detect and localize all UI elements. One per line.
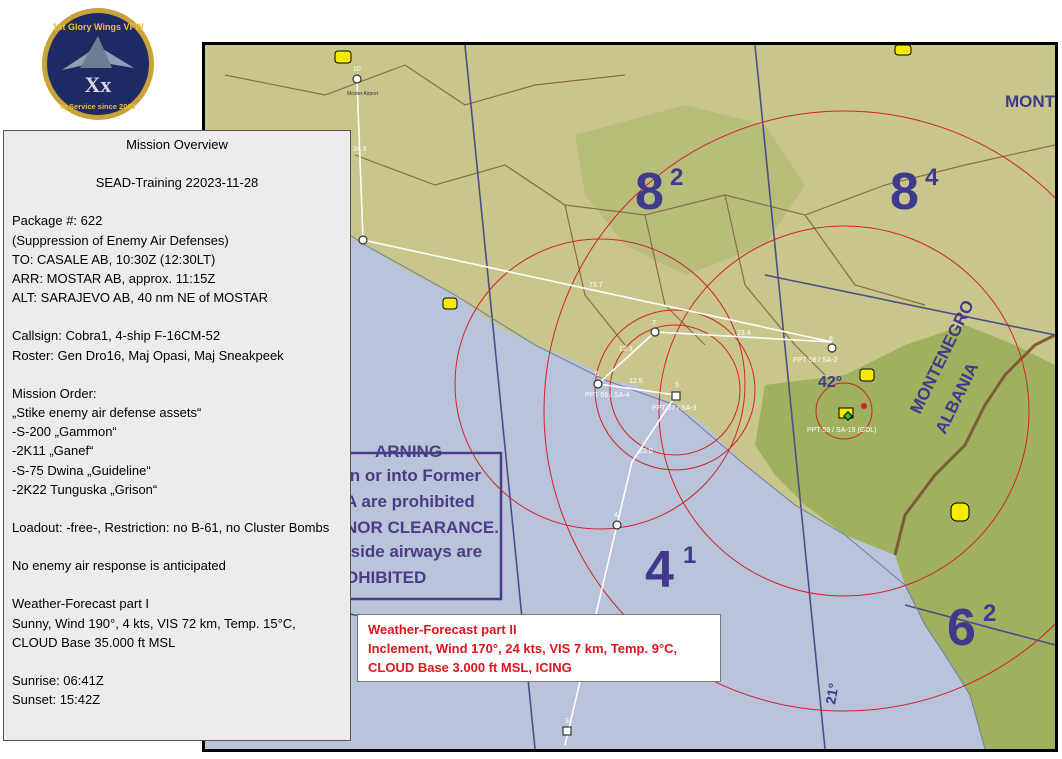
grid-label-82-sup: 2 bbox=[670, 164, 683, 191]
overview-subtitle: SEAD-Training 22023-11-28 bbox=[95, 175, 259, 191]
waypoint-8[interactable] bbox=[827, 343, 837, 353]
logo-top-text: 1st Glory Wings VFW bbox=[53, 22, 144, 32]
grid-label-84-sup: 4 bbox=[925, 164, 939, 191]
latitude-label: 42° bbox=[818, 374, 842, 391]
waypoint-label-3: 3 bbox=[565, 718, 569, 725]
grid-label-41-sup: 1 bbox=[683, 542, 696, 569]
leg-distance-1: 24.9 bbox=[353, 146, 367, 153]
waypoint-note-8: PPT 58 / SA-2 bbox=[793, 357, 838, 364]
order-item: -S-75 Dwina „Guideline“ bbox=[12, 462, 151, 478]
grid-label-84: 8 bbox=[890, 163, 919, 221]
leg-distance-3: 23.4 bbox=[737, 330, 751, 337]
waypoint-label-6: 6 bbox=[595, 371, 599, 378]
waypoint-label-10: 10 bbox=[353, 66, 361, 73]
sunrise: Sunrise: 06:41Z bbox=[12, 673, 104, 689]
order-item: -2K11 „Ganef“ bbox=[12, 443, 94, 459]
warning-line-4: NOR CLEARANCE. bbox=[345, 518, 499, 537]
waypoint-7[interactable] bbox=[650, 327, 660, 337]
waypoint-10[interactable] bbox=[352, 74, 362, 84]
grid-label-41: 4 bbox=[645, 541, 674, 599]
waypoint-4[interactable] bbox=[612, 520, 622, 530]
mission-overview-panel: Mission Overview SEAD-Training 22023-11-… bbox=[3, 130, 351, 741]
order-title: Mission Order: bbox=[12, 385, 97, 401]
order-item: „Stike enemy air defense assets“ bbox=[12, 405, 202, 421]
weather2-title: Weather-Forecast part II bbox=[368, 622, 517, 637]
sunset: Sunset: 15:42Z bbox=[12, 692, 101, 708]
weather2-line1: Inclement, Wind 170°, 24 kts, VIS 7 km, … bbox=[368, 641, 678, 656]
leg-distance-6: 22.0 bbox=[639, 448, 653, 455]
warning-line-3: A are prohibited bbox=[345, 492, 475, 511]
order-item: -2K22 Tunguska „Grison“ bbox=[12, 481, 158, 497]
waypoint-note-9: PPT 59 / SA-19 (GDL) bbox=[807, 427, 877, 434]
package-number: Package #: 622 bbox=[12, 213, 103, 229]
weather1-text: Sunny, Wind 190°, 4 kts, VIS 72 km, Temp… bbox=[12, 615, 296, 650]
overview-title: Mission Overview bbox=[126, 137, 228, 152]
waypoint-5[interactable] bbox=[671, 391, 681, 401]
takeoff-info: TO: CASALE AB, 10:30Z (12:30LT) bbox=[12, 251, 216, 267]
country-label-monte: MONTE bbox=[1005, 92, 1055, 111]
grid-label-82: 8 bbox=[635, 163, 664, 221]
logo-bottom-text: In Service since 2003 bbox=[60, 102, 135, 111]
warning-line-1: ARNING bbox=[375, 442, 442, 461]
waypoint-note-5: PPT 57 / SA-3 bbox=[652, 405, 697, 412]
airport-label: Moster Airport bbox=[347, 91, 379, 97]
package-description: (Suppression of Enemy Air Defenses) bbox=[12, 232, 229, 248]
waypoint-label-7: 7 bbox=[652, 320, 656, 327]
waypoint-3[interactable] bbox=[562, 726, 572, 736]
warning-line-6: OHIBITED bbox=[345, 568, 426, 587]
warning-line-5: tside airways are bbox=[345, 542, 482, 561]
waypoint-label-5: 5 bbox=[675, 382, 679, 389]
waypoint-label-8: 8 bbox=[829, 336, 833, 343]
leg-distance-4: 12.3 bbox=[619, 346, 633, 353]
waypoint-label-4: 4 bbox=[614, 512, 618, 519]
grid-label-62-sup: 2 bbox=[983, 600, 996, 627]
arrival-info: ARR: MOSTAR AB, approx. 11:15Z bbox=[12, 271, 216, 287]
waypoint-9[interactable] bbox=[358, 235, 368, 245]
leg-distance-5: 12.5 bbox=[629, 378, 643, 385]
waypoint-note-6: PPT 56 / SA-4 bbox=[585, 392, 630, 399]
warning-line-2: in or into Former bbox=[345, 466, 481, 485]
leg-distance-2: 73.7 bbox=[589, 282, 603, 289]
grid-label-62: 6 bbox=[947, 599, 976, 657]
air-response: No enemy air response is anticipated bbox=[12, 558, 226, 574]
squadron-logo: Xx 1st Glory Wings VFW In Service since … bbox=[42, 8, 154, 120]
waypoint-6[interactable] bbox=[593, 379, 603, 389]
roster: Roster: Gen Dro16, Maj Opasi, Maj Sneakp… bbox=[12, 347, 284, 363]
logo-center-text: Xx bbox=[85, 72, 112, 97]
loadout: Loadout: -free-, Restriction: no B-61, n… bbox=[12, 520, 330, 536]
weather-forecast-part-2: Weather-Forecast part II Inclement, Wind… bbox=[357, 614, 721, 682]
weather1-title: Weather-Forecast part I bbox=[12, 596, 150, 612]
alternate-info: ALT: SARAJEVO AB, 40 nm NE of MOSTAR bbox=[12, 290, 268, 306]
weather2-line2: CLOUD Base 3.000 ft MSL, ICING bbox=[368, 660, 572, 675]
callsign: Callsign: Cobra1, 4-ship F-16CM-52 bbox=[12, 328, 221, 344]
order-item: -S-200 „Gammon“ bbox=[12, 424, 117, 440]
